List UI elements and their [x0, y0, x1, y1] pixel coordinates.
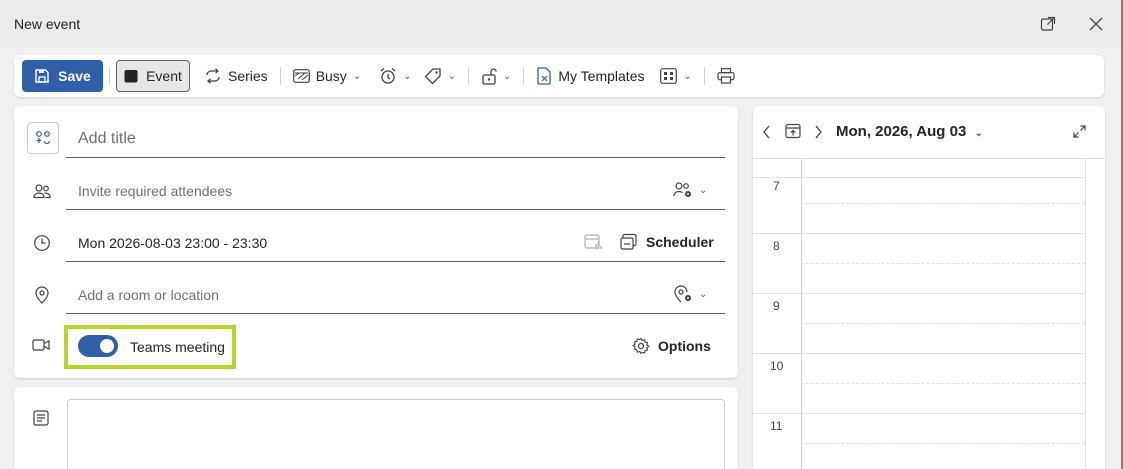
hour-gridline [753, 177, 1085, 178]
status-icon [292, 69, 310, 83]
half-hour-gridline [801, 383, 1085, 384]
expand-icon[interactable] [1073, 125, 1086, 138]
print-button[interactable] [711, 60, 741, 92]
toolbar-divider [109, 67, 110, 85]
chevron-down-icon: ⌄ [974, 128, 983, 139]
my-templates-button[interactable]: My Templates [530, 60, 650, 92]
location-options-dropdown[interactable]: ⌄ [673, 285, 707, 303]
body-editor[interactable] [67, 399, 725, 469]
hour-label: 9 [773, 299, 780, 313]
unlock-icon [482, 68, 497, 85]
hour-gridline [753, 233, 1085, 234]
hour-label: 11 [770, 419, 783, 433]
video-icon [32, 337, 50, 353]
calendar-header: Mon, 2026, Aug 03 ⌄ [753, 106, 1105, 158]
location-pin-icon [32, 285, 52, 305]
hour-gridline [753, 413, 1085, 414]
options-label: Options [658, 338, 711, 354]
people-icon [32, 181, 52, 201]
save-button[interactable]: Save [22, 60, 103, 92]
chevron-right-icon[interactable] [813, 125, 823, 139]
chevron-down-icon: ⌄ [699, 184, 708, 196]
people-settings-icon [673, 182, 691, 197]
calendar-availability-icon[interactable] [584, 233, 602, 251]
time-column-divider [801, 159, 802, 469]
chevron-down-icon: ⌄ [403, 70, 412, 82]
event-button[interactable]: Event [116, 60, 190, 92]
chevron-left-icon[interactable] [762, 125, 772, 139]
tag-icon [424, 68, 441, 85]
toolbar: Save Event Series Busy ⌄ ⌄ ⌄ ⌄ My Templa… [14, 55, 1104, 97]
chevron-down-icon: ⌄ [502, 70, 512, 82]
chevron-down-icon: ⌄ [447, 70, 456, 82]
hour-label: 10 [770, 359, 784, 373]
hour-gridline [753, 293, 1085, 294]
apps-icon [660, 68, 678, 84]
attendees-placeholder: Invite required attendees [78, 183, 233, 199]
location-input[interactable]: Add a room or location ⌄ [66, 275, 725, 314]
categorize-dropdown[interactable]: ⌄ [418, 60, 462, 92]
alarm-icon [380, 68, 396, 84]
save-label: Save [58, 68, 91, 84]
datetime-value: Mon 2026-08-03 23:00 - 23:30 [78, 235, 268, 251]
scheduler-label: Scheduler [646, 234, 714, 250]
toggle-knob [100, 339, 114, 353]
title-bar: New event [0, 0, 1123, 48]
toolbar-divider [523, 67, 525, 85]
scheduler-button[interactable]: Scheduler [620, 233, 714, 251]
title-placeholder: Add title [78, 130, 136, 147]
series-label: Series [228, 68, 268, 84]
teams-meeting-toggle[interactable] [78, 335, 118, 357]
print-icon [717, 68, 735, 84]
location-placeholder: Add a room or location [78, 287, 219, 303]
busy-label: Busy [315, 68, 347, 84]
teams-meeting-label: Teams meeting [130, 339, 225, 355]
calendar-date-label: Mon, 2026, Aug 03 [836, 123, 967, 140]
half-hour-gridline [801, 323, 1085, 324]
title-input[interactable]: Add title [66, 119, 725, 158]
reminder-dropdown[interactable]: ⌄ [373, 60, 417, 92]
window-title: New event [14, 16, 81, 32]
datetime-field[interactable]: Mon 2026-08-03 23:00 - 23:30 Scheduler [66, 223, 725, 262]
pop-out-icon[interactable] [1038, 14, 1058, 34]
save-icon [35, 69, 49, 83]
calendar-icon [124, 70, 138, 83]
location-settings-icon [674, 285, 691, 303]
templates-label: My Templates [558, 68, 645, 84]
clock-icon [32, 233, 52, 253]
today-icon[interactable] [785, 123, 801, 139]
repeat-icon [206, 68, 220, 84]
attendees-input[interactable]: Invite required attendees ⌄ [66, 171, 725, 210]
options-button[interactable]: Options [632, 337, 711, 355]
toolbar-divider [703, 67, 705, 85]
half-hour-gridline [801, 443, 1085, 444]
calendar-day-grid[interactable]: 7 8 9 10 11 [753, 158, 1105, 469]
right-column-divider [1085, 159, 1086, 469]
close-icon[interactable] [1086, 14, 1106, 34]
emoji-icon [36, 131, 51, 145]
calendar-date-dropdown[interactable]: Mon, 2026, Aug 03 ⌄ [836, 123, 983, 140]
event-label: Event [146, 68, 182, 84]
chevron-down-icon: ⌄ [683, 70, 692, 82]
chevron-down-icon: ⌄ [352, 70, 362, 82]
toolbar-divider [279, 67, 281, 85]
series-button[interactable]: Series [198, 60, 274, 92]
busy-dropdown[interactable]: Busy ⌄ [287, 60, 368, 92]
title-icon-button[interactable] [27, 122, 59, 154]
gear-icon [632, 337, 650, 355]
hour-label: 8 [773, 239, 780, 253]
toolbar-divider [467, 67, 469, 85]
notes-icon [33, 410, 49, 426]
half-hour-gridline [801, 263, 1085, 264]
calendar-panel: Mon, 2026, Aug 03 ⌄ 7 8 9 10 11 [753, 106, 1105, 469]
sensitivity-dropdown[interactable]: ⌄ [475, 60, 517, 92]
chevron-down-icon: ⌄ [699, 288, 708, 300]
hour-label: 7 [773, 179, 780, 193]
half-hour-gridline [801, 203, 1085, 204]
apps-dropdown[interactable]: ⌄ [654, 60, 697, 92]
template-icon [537, 67, 552, 85]
attendee-options-dropdown[interactable]: ⌄ [673, 181, 707, 199]
hour-gridline [753, 353, 1085, 354]
scheduler-icon [620, 233, 637, 250]
